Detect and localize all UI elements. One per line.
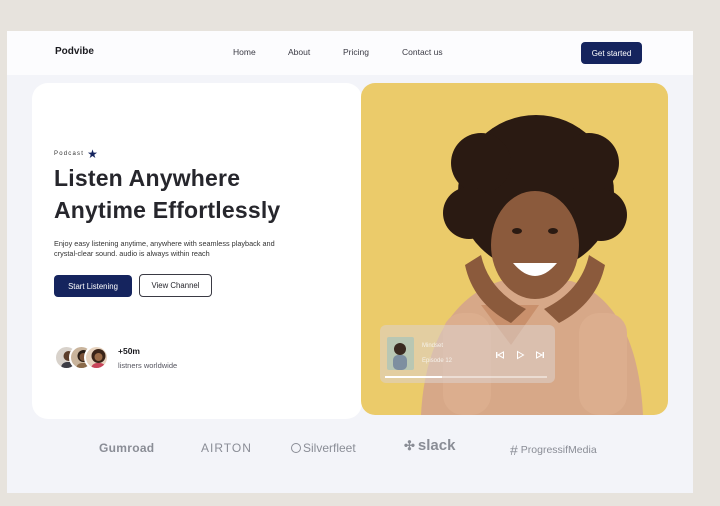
logo-progressifmedia: # ProgressifMedia [510, 442, 597, 458]
hash-icon: # [510, 442, 518, 458]
hero-heading-line-1: Listen Anywhere [54, 165, 241, 191]
get-started-button[interactable]: Get started [581, 42, 642, 64]
brand-logo[interactable]: Podvibe [55, 46, 94, 57]
listener-avatars [54, 345, 112, 371]
progress-bar-fill [385, 376, 442, 378]
hero-card: Podcast ★ Listen Anywhere Anytime Effort… [32, 83, 362, 419]
start-listening-button[interactable]: Start Listening [54, 275, 132, 297]
logo-slack-label: slack [417, 437, 456, 454]
podcast-tag: Podcast ★ [54, 147, 100, 161]
logo-silverfleet: Silverfleet [291, 441, 356, 455]
listener-count: +50m [118, 346, 140, 356]
nav-link-about[interactable]: About [288, 47, 310, 57]
logo-gumroad: Gumroad [99, 441, 155, 455]
next-icon[interactable] [535, 350, 545, 362]
logo-silverfleet-label: Silverfleet [303, 441, 356, 455]
progress-bar[interactable] [385, 376, 547, 378]
logo-airton: AIRTON [201, 441, 252, 455]
nav-link-home[interactable]: Home [233, 47, 256, 57]
podcast-tag-label: Podcast [54, 151, 85, 157]
hero-description: Enjoy easy listening anytime, anywhere w… [54, 239, 275, 258]
hero-photo: Mindset Episode 12 [361, 83, 668, 415]
avatar [84, 345, 109, 370]
logo-progressifmedia-label: ProgressifMedia [520, 444, 597, 456]
star-icon: ★ [87, 147, 100, 161]
view-channel-button[interactable]: View Channel [139, 274, 212, 297]
mini-player: Mindset Episode 12 [380, 325, 555, 383]
logo-slack: ✣ slack [404, 437, 455, 454]
hero-heading-line-2: Anytime Effortlessly [54, 197, 281, 223]
silverfleet-icon [291, 443, 301, 453]
slack-icon: ✣ [404, 437, 415, 453]
listener-count-label: listners worldwide [118, 361, 178, 370]
nav-link-contact[interactable]: Contact us [402, 47, 443, 57]
landing-page: Podvibe Home About Pricing Contact us Ge… [7, 31, 693, 493]
play-icon[interactable] [515, 350, 525, 362]
player-title: Mindset [422, 343, 444, 349]
previous-icon[interactable] [495, 350, 505, 362]
nav-link-pricing[interactable]: Pricing [343, 47, 369, 57]
episode-thumbnail [387, 337, 414, 370]
top-nav: Podvibe Home About Pricing Contact us Ge… [7, 31, 693, 75]
player-episode: Episode 12 [422, 358, 453, 364]
